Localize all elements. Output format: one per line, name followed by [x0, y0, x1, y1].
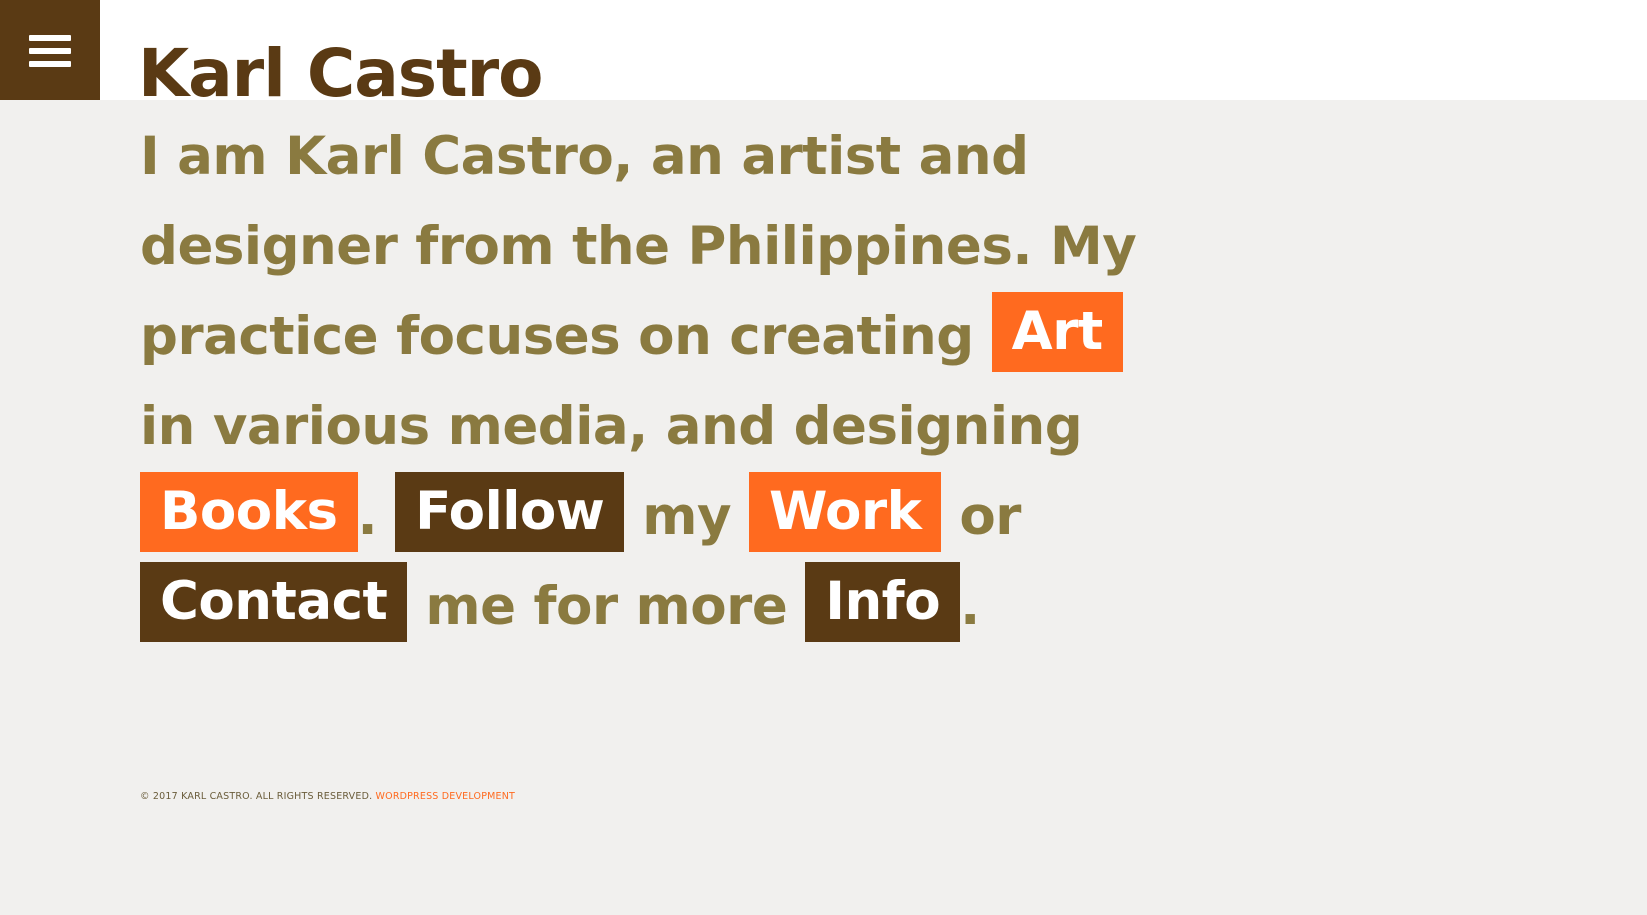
period-text: .	[960, 576, 980, 637]
intro-line-5: Books. Follow my Work or	[140, 472, 1140, 562]
intro-line-3: practice focuses on creating Art	[140, 292, 1140, 382]
menu-button[interactable]	[0, 0, 100, 100]
my-text: my	[642, 486, 732, 547]
intro-paragraph: I am Karl Castro, an artist and designer…	[140, 112, 1140, 652]
info-link[interactable]: Info	[805, 562, 961, 642]
period-text: .	[357, 486, 378, 547]
site-title[interactable]: Karl Castro	[138, 34, 544, 114]
follow-link[interactable]: Follow	[395, 472, 625, 552]
art-link[interactable]: Art	[991, 292, 1123, 372]
intro-line-6: Contact me for more Info.	[140, 562, 1140, 652]
contact-link[interactable]: Contact	[140, 562, 408, 642]
work-link[interactable]: Work	[748, 472, 942, 552]
copyright-text: © 2017 KARL CASTRO. ALL RIGHTS RESERVED.	[140, 791, 373, 802]
intro-line-2: designer from the Philippines. My	[140, 216, 1137, 277]
or-text: or	[959, 486, 1021, 547]
intro-text-creating: practice focuses on creating	[140, 306, 974, 367]
intro-line-4: in various media, and designing	[140, 396, 1083, 457]
footer: © 2017 KARL CASTRO. ALL RIGHTS RESERVED.…	[140, 791, 515, 802]
wordpress-development-link[interactable]: WORDPRESS DEVELOPMENT	[376, 791, 516, 802]
site-header: Karl Castro	[0, 0, 1647, 112]
more-text: me for more	[425, 576, 788, 637]
books-link[interactable]: Books	[140, 472, 358, 552]
intro-line-1: I am Karl Castro, an artist and	[140, 126, 1029, 187]
